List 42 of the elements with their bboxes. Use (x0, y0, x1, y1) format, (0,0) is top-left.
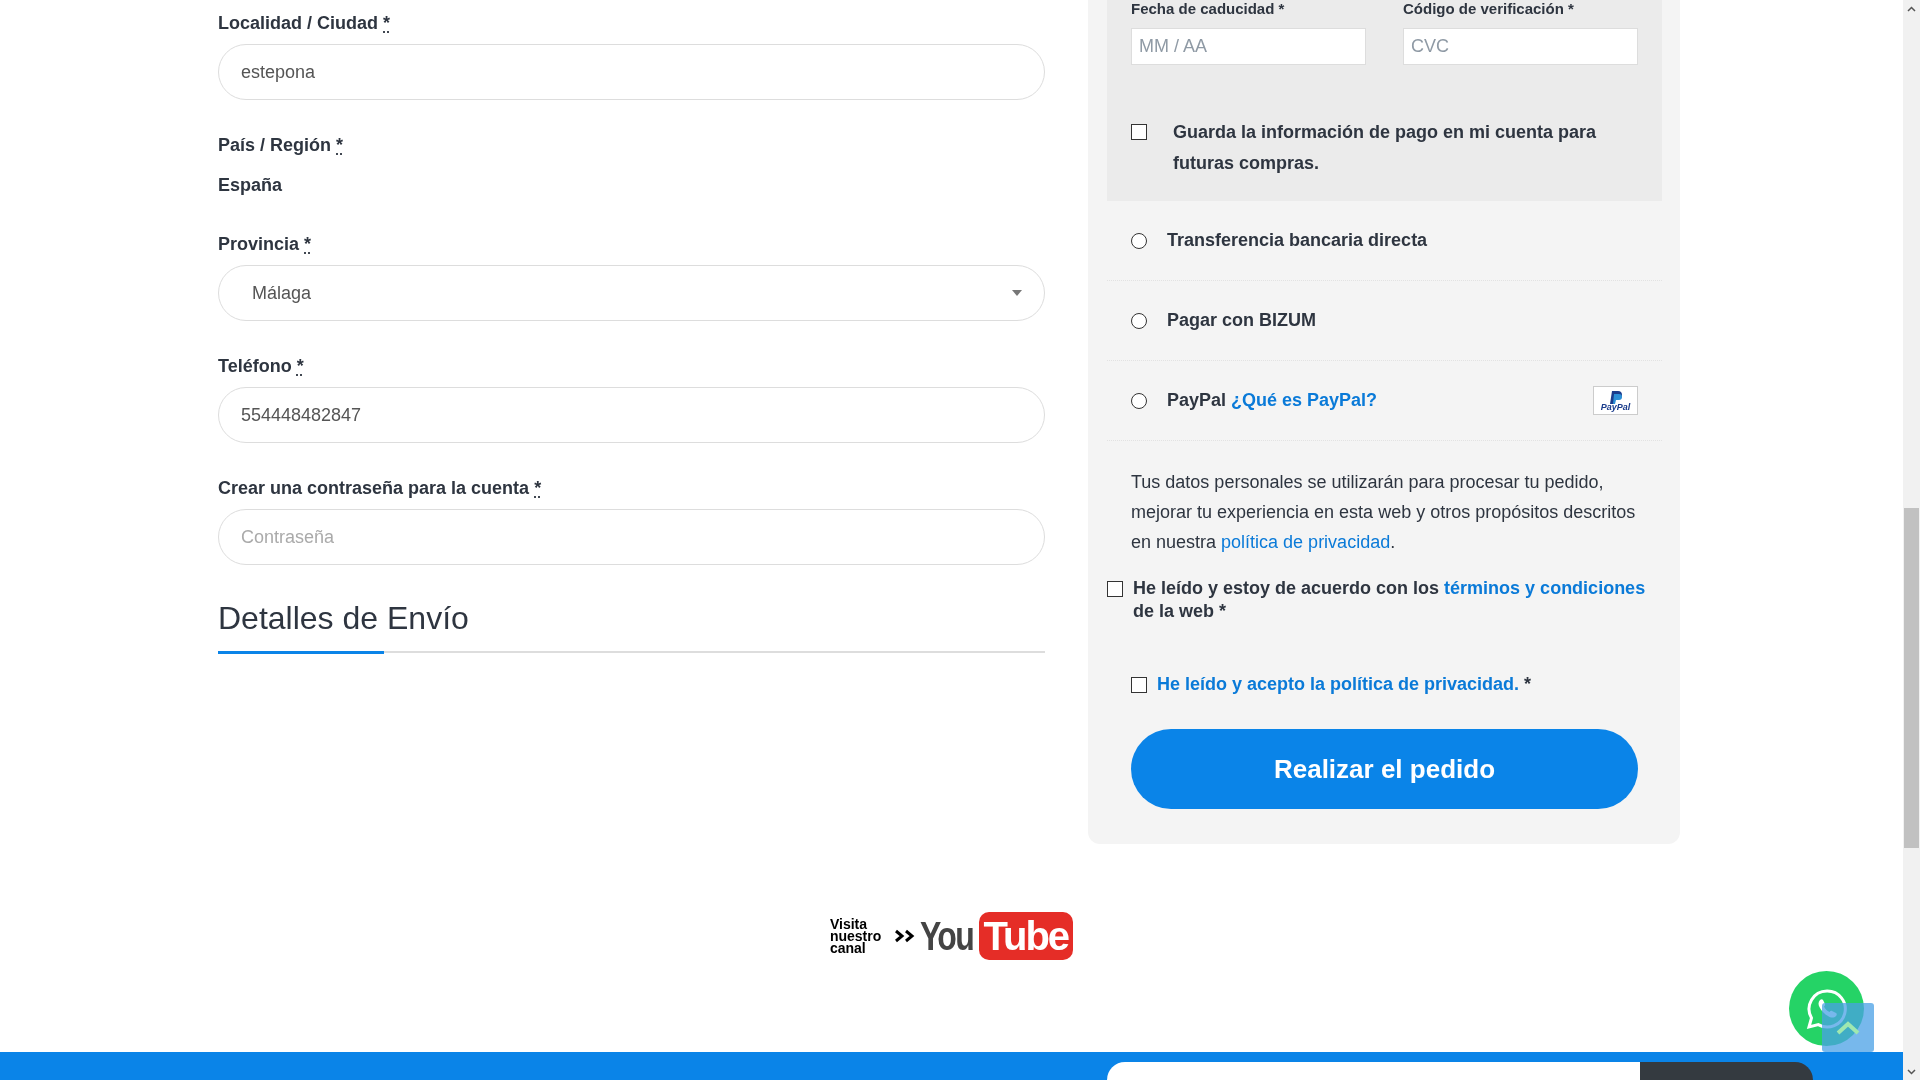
card-input-field[interactable]: CVC (1403, 28, 1638, 65)
radio-button[interactable] (1131, 392, 1147, 409)
help-link[interactable]: ¿Qué es PayPal? (1231, 387, 1378, 414)
field-label: Fecha de caducidad * (1131, 0, 1286, 18)
checkbox[interactable] (1131, 124, 1147, 140)
checkbox-label: Guarda la información de pago en mi cuenta para futuras compras. (1173, 121, 1598, 175)
field-label: Crear una contraseña para la cuenta * (218, 477, 542, 499)
footer-button[interactable] (1640, 1062, 1813, 1080)
country-value: España (218, 174, 284, 197)
checkbox[interactable] (1131, 677, 1147, 693)
checkbox[interactable] (1107, 581, 1123, 597)
place-order-button[interactable]: Realizar el pedido (1131, 729, 1638, 809)
radio-button[interactable] (1131, 232, 1147, 249)
text-input-field[interactable]: 554448482847 (218, 387, 1045, 443)
youtube-banner[interactable]: Visita nuestro canal You Tube (829, 906, 1074, 966)
field-label: Localidad / Ciudad * (218, 12, 391, 34)
radio-button[interactable] (1131, 312, 1147, 329)
privacy-policy-link[interactable]: política de privacidad (1221, 532, 1391, 552)
text-input-field[interactable]: estepona (218, 44, 1045, 100)
terms-link[interactable]: términos y condiciones (1444, 578, 1646, 598)
privacy-policy-link[interactable]: He leído y acepto la política de privacidad. (1157, 674, 1520, 694)
field-label: Código de verificación * (1403, 0, 1575, 18)
footer-input-field[interactable] (1107, 1062, 1640, 1080)
field-label: Teléfono * (218, 355, 304, 377)
section-heading: Detalles de Envío (218, 599, 470, 638)
letter-p-icon (1609, 390, 1622, 404)
field-label: País / Región * (218, 134, 344, 156)
payment-method-label: Transferencia bancaria directa (1167, 229, 1428, 252)
payment-method-label: PayPal (1167, 389, 1227, 412)
paypal-logo: PayPal (1593, 386, 1638, 415)
payment-method-label: Pagar con BIZUM (1167, 309, 1317, 332)
field-label: Provincia * (218, 233, 312, 255)
agreement-text: He leído y acepto la política de privacidad. * (1157, 673, 1532, 696)
chevron-up-icon (1836, 1020, 1860, 1035)
scrollbar-thumb[interactable] (1904, 508, 1919, 848)
scrollbar[interactable] (1903, 0, 1920, 1080)
text-input-field[interactable]: Contraseña (218, 509, 1045, 565)
province-select[interactable]: Málaga (218, 265, 1045, 321)
card-input-field[interactable]: MM / AA (1131, 28, 1366, 65)
agreement-text: He leído y estoy de acuerdo con los términos y condiciones de la web * (1133, 577, 1647, 623)
privacy-notice: Tus datos personales se utilizarán para procesar tu pedido, mejorar tu experiencia en esta web y otros propósitos descritos en nuestra política de privacidad. (1130, 471, 1637, 554)
caret-icon (1012, 290, 1022, 296)
